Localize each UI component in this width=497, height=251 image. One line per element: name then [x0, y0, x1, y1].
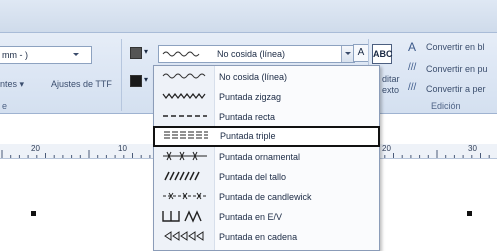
line-color-button[interactable]: ▾	[128, 46, 156, 60]
chevron-down-icon: ▾	[144, 75, 149, 84]
candlewick-icon	[163, 192, 207, 200]
wavy-line-icon	[162, 73, 206, 79]
ruler-label: 30	[468, 144, 477, 153]
menu-item-zigzag[interactable]: Puntada zigzag	[155, 87, 378, 106]
ornamental-icon	[163, 151, 207, 161]
menu-item-triple[interactable]: Puntada triple	[153, 126, 380, 147]
wavy-line-icon	[162, 51, 200, 57]
stitch-type-combo[interactable]: No cosida (línea)	[158, 45, 355, 63]
line-color-swatch	[130, 47, 142, 59]
menu-item-straight[interactable]: Puntada recta	[155, 107, 378, 126]
ruler-label: 20	[382, 144, 391, 153]
group-label-edit: Edición	[431, 101, 461, 111]
chevron-down-icon: ▾	[144, 47, 149, 56]
menu-item-ornamental[interactable]: Puntada ornamental	[155, 147, 378, 166]
stitch-lines-icon: ///	[408, 62, 417, 73]
zigzag-icon	[162, 93, 206, 99]
ruler-label: 10	[118, 144, 127, 153]
fill-color-swatch	[130, 75, 142, 87]
separator	[121, 39, 122, 111]
edit-text-label-1[interactable]: ditar	[382, 74, 400, 84]
edit-text-label-2[interactable]: exto	[382, 85, 399, 95]
abc-icon[interactable]: ABC	[372, 44, 393, 64]
unit-combo[interactable]: mm - )	[0, 46, 92, 64]
stem-icon	[164, 171, 200, 181]
group-label-left: e	[2, 101, 8, 111]
selection-handle[interactable]	[31, 211, 36, 216]
ruler-label: 20	[31, 144, 40, 153]
menu-item-chain[interactable]: Puntada en cadena	[155, 227, 378, 246]
ttf-settings-button[interactable]: Ajustes de TTF	[51, 79, 112, 89]
stitch-type-menu: No cosida (línea) Puntada zigzag Puntada…	[153, 65, 380, 251]
outline-a-icon: A	[408, 40, 417, 54]
triple-line-icon	[164, 131, 208, 139]
ribbon-tab-strip	[0, 0, 497, 33]
chevron-down-icon	[73, 53, 79, 56]
menu-item-candlewick[interactable]: Puntada de candlewick	[155, 187, 378, 206]
unit-combo-value: mm - )	[2, 50, 28, 60]
stitch-lines-icon: ///	[408, 82, 417, 93]
fill-color-button[interactable]: ▾	[128, 74, 156, 88]
chevron-down-icon	[345, 52, 351, 55]
menu-item-no-stitch[interactable]: No cosida (línea)	[155, 67, 378, 86]
stitch-type-value: No cosida (línea)	[217, 49, 286, 59]
text-icon-button[interactable]: A	[353, 44, 369, 62]
menu-item-ev[interactable]: Puntada en E/V	[155, 207, 378, 226]
chain-icon	[164, 231, 204, 241]
ev-icon	[162, 210, 202, 223]
menu-item-stem[interactable]: Puntada del tallo	[155, 167, 378, 186]
dashed-line-icon	[163, 115, 207, 117]
fonts-dropdown[interactable]: ntes ▾	[0, 79, 24, 90]
selection-handle[interactable]	[467, 211, 472, 216]
text-a-icon: A	[357, 47, 365, 58]
